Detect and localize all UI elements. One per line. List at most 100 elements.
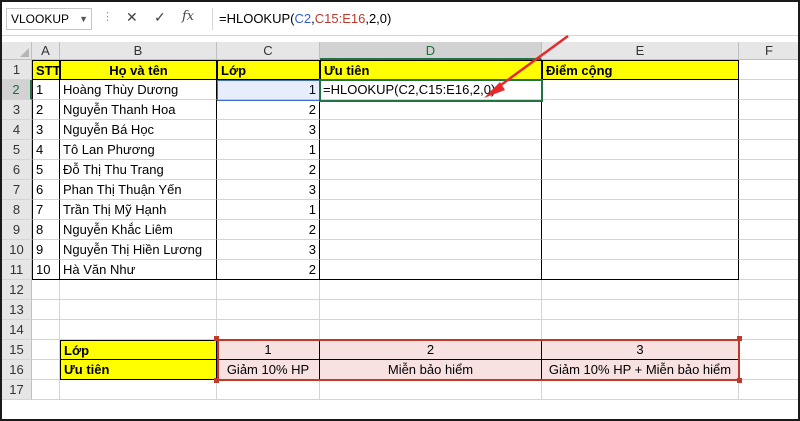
empty-cell[interactable] — [217, 280, 320, 300]
empty-cell[interactable] — [739, 180, 798, 200]
cell-b7[interactable]: Phan Thị Thuận Yến — [60, 180, 217, 200]
empty-cell[interactable] — [542, 380, 739, 400]
row-header-7[interactable]: 7 — [2, 180, 32, 200]
cell-e10[interactable] — [542, 240, 739, 260]
empty-cell[interactable] — [60, 380, 217, 400]
cell-e6[interactable] — [542, 160, 739, 180]
cell-c11[interactable]: 2 — [217, 260, 320, 280]
column-header-c[interactable]: C — [217, 42, 320, 60]
column-header-a[interactable]: A — [32, 42, 60, 60]
empty-cell[interactable] — [32, 380, 60, 400]
empty-cell[interactable] — [739, 280, 798, 300]
empty-cell[interactable] — [542, 300, 739, 320]
empty-cell[interactable] — [739, 240, 798, 260]
row-header-3[interactable]: 3 — [2, 100, 32, 120]
range-handle-top-left[interactable] — [214, 336, 219, 341]
empty-cell[interactable] — [320, 280, 542, 300]
select-all-corner[interactable] — [2, 42, 32, 60]
empty-cell[interactable] — [739, 360, 798, 380]
cell-a3[interactable]: 2 — [32, 100, 60, 120]
empty-cell[interactable] — [32, 360, 60, 380]
cell-b16-label-uu-tien[interactable]: Ưu tiên — [60, 360, 217, 380]
cell-b8[interactable]: Trần Thị Mỹ Hạnh — [60, 200, 217, 220]
cell-c3[interactable]: 2 — [217, 100, 320, 120]
cell-b6[interactable]: Đỗ Thị Thu Trang — [60, 160, 217, 180]
cell-e2[interactable] — [542, 80, 739, 100]
cell-e11[interactable] — [542, 260, 739, 280]
cell-a5[interactable]: 4 — [32, 140, 60, 160]
formula-input[interactable]: =HLOOKUP(C2,C15:E16,2,0) — [212, 8, 796, 30]
cell-d4[interactable] — [320, 120, 542, 140]
cell-c15[interactable]: 1 — [217, 340, 320, 360]
cell-d11[interactable] — [320, 260, 542, 280]
cell-e7[interactable] — [542, 180, 739, 200]
column-header-d[interactable]: D — [320, 42, 542, 60]
cell-b5[interactable]: Tô Lan Phương — [60, 140, 217, 160]
row-header-5[interactable]: 5 — [2, 140, 32, 160]
row-header-1[interactable]: 1 — [2, 60, 32, 80]
cell-b15-label-lop[interactable]: Lớp — [60, 340, 217, 360]
cell-a11[interactable]: 10 — [32, 260, 60, 280]
cell-c7[interactable]: 3 — [217, 180, 320, 200]
row-header-12[interactable]: 12 — [2, 280, 32, 300]
empty-cell[interactable] — [320, 320, 542, 340]
empty-cell[interactable] — [739, 300, 798, 320]
cell-e3[interactable] — [542, 100, 739, 120]
cell-b10[interactable]: Nguyễn Thị Hiền Lương — [60, 240, 217, 260]
row-header-10[interactable]: 10 — [2, 240, 32, 260]
insert-function-icon[interactable]: fx — [182, 9, 194, 24]
column-header-b[interactable]: B — [60, 42, 217, 60]
empty-cell[interactable] — [739, 80, 798, 100]
cell-b11[interactable]: Hà Văn Như — [60, 260, 217, 280]
cell-d6[interactable] — [320, 160, 542, 180]
cell-a2[interactable]: 1 — [32, 80, 60, 100]
empty-cell[interactable] — [32, 320, 60, 340]
range-handle-bottom-right[interactable] — [737, 378, 742, 383]
cell-e5[interactable] — [542, 140, 739, 160]
row-header-14[interactable]: 14 — [2, 320, 32, 340]
empty-cell[interactable] — [739, 340, 798, 360]
empty-cell[interactable] — [320, 380, 542, 400]
row-header-13[interactable]: 13 — [2, 300, 32, 320]
header-ho-ten[interactable]: Họ và tên — [60, 60, 217, 80]
header-stt[interactable]: STT — [32, 60, 61, 80]
row-header-9[interactable]: 9 — [2, 220, 32, 240]
name-box[interactable]: VLOOKUP ▼ — [6, 8, 92, 30]
cell-d16[interactable]: Miễn bảo hiểm — [320, 360, 542, 380]
cell-b3[interactable]: Nguyễn Thanh Hoa — [60, 100, 217, 120]
row-header-17[interactable]: 17 — [2, 380, 32, 400]
cell-c9[interactable]: 2 — [217, 220, 320, 240]
empty-cell[interactable] — [60, 320, 217, 340]
header-lop[interactable]: Lớp — [217, 60, 320, 80]
empty-cell[interactable] — [217, 320, 320, 340]
cell-b9[interactable]: Nguyễn Khắc Liêm — [60, 220, 217, 240]
column-header-e[interactable]: E — [542, 42, 739, 60]
empty-cell[interactable] — [320, 300, 542, 320]
cell-b4[interactable]: Nguyễn Bá Học — [60, 120, 217, 140]
empty-cell[interactable] — [217, 380, 320, 400]
empty-cell[interactable] — [739, 260, 798, 280]
cell-d8[interactable] — [320, 200, 542, 220]
cell-d3[interactable] — [320, 100, 542, 120]
cell-d2[interactable]: =HLOOKUP(C2,C15:E16,2,0) — [320, 80, 542, 100]
empty-cell[interactable] — [739, 320, 798, 340]
cell-e4[interactable] — [542, 120, 739, 140]
cell-c2[interactable]: 1 — [217, 80, 320, 100]
cell-a7[interactable]: 6 — [32, 180, 60, 200]
row-header-8[interactable]: 8 — [2, 200, 32, 220]
header-uu-tien[interactable]: Ưu tiên — [320, 60, 542, 80]
cell-a9[interactable]: 8 — [32, 220, 60, 240]
cell-c16[interactable]: Giảm 10% HP — [217, 360, 320, 380]
range-handle-top-right[interactable] — [737, 336, 742, 341]
cell-a6[interactable]: 5 — [32, 160, 60, 180]
enter-icon[interactable]: ✓ — [154, 9, 166, 26]
empty-cell[interactable] — [739, 140, 798, 160]
empty-cell[interactable] — [739, 380, 798, 400]
empty-cell[interactable] — [739, 60, 798, 80]
cell-a4[interactable]: 3 — [32, 120, 60, 140]
cell-d15[interactable]: 2 — [320, 340, 542, 360]
cell-d7[interactable] — [320, 180, 542, 200]
empty-cell[interactable] — [32, 280, 60, 300]
row-header-4[interactable]: 4 — [2, 120, 32, 140]
empty-cell[interactable] — [32, 340, 60, 360]
